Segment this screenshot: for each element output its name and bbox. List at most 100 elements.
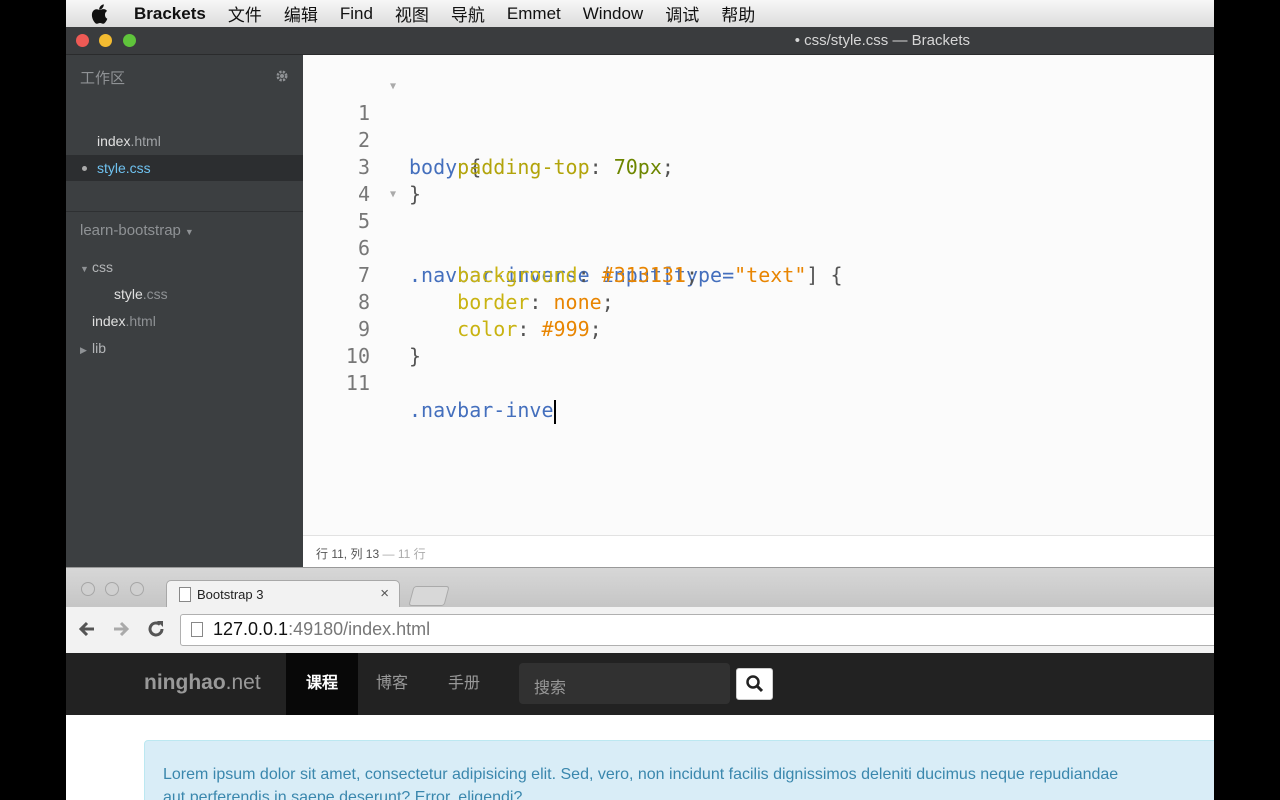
- file-ext: .html: [125, 313, 156, 329]
- forward-icon[interactable]: [110, 618, 132, 640]
- site-navbar: ninghao.net 课程 博客 手册 搜索: [66, 653, 1214, 715]
- tab-title: Bootstrap 3: [197, 587, 264, 602]
- browser-close-button[interactable]: [81, 582, 95, 596]
- unsaved-dot-icon: [82, 166, 87, 171]
- code-line: 10: [303, 316, 423, 368]
- page-icon: [191, 622, 203, 637]
- working-file-label: style.css: [97, 155, 151, 181]
- working-files-header: 工作区: [80, 70, 126, 87]
- minimize-window-button[interactable]: [99, 34, 112, 47]
- code-line: 11 .navbar-inve: [303, 343, 556, 424]
- triangle-right-icon: ▶: [80, 345, 87, 355]
- menu-app-name[interactable]: Brackets: [134, 4, 206, 24]
- working-file-label: index.html: [97, 128, 161, 154]
- browser-zoom-button[interactable]: [130, 582, 144, 596]
- brace: ] {: [806, 263, 843, 287]
- page-content: Lorem ipsum dolor sit amet, consectetur …: [66, 715, 1214, 800]
- colon: :: [517, 317, 542, 341]
- string: "text": [734, 263, 807, 287]
- back-icon[interactable]: [76, 618, 98, 640]
- search-placeholder: 搜索: [534, 680, 567, 697]
- semicolon: ;: [661, 155, 674, 179]
- menu-emmet[interactable]: Emmet: [507, 4, 561, 24]
- project-name: learn-bootstrap: [80, 222, 181, 239]
- site-brand[interactable]: ninghao.net: [144, 671, 261, 695]
- file-base: index: [92, 313, 126, 329]
- code-line: 3 }: [303, 127, 423, 206]
- menu-window[interactable]: Window: [583, 4, 643, 24]
- tree-folder-lib[interactable]: ▶ lib: [80, 340, 106, 356]
- caret-down-icon: ▼: [184, 227, 194, 237]
- title-bar: • css/style.css — Brackets: [66, 27, 1214, 55]
- working-file-index[interactable]: index.html: [66, 128, 303, 154]
- window-title: • css/style.css — Brackets: [794, 32, 970, 49]
- working-file-style[interactable]: style.css: [66, 155, 314, 181]
- colon: :: [577, 263, 602, 287]
- code-area[interactable]: 1 ▼ body { 2 padding-top: 70px; 3 } 4 5: [303, 73, 843, 424]
- property: background: [457, 263, 578, 287]
- sidebar-divider: [66, 211, 303, 212]
- document-icon: [179, 587, 191, 602]
- status-line-count: — 11 行: [379, 547, 426, 561]
- triangle-down-icon: ▼: [80, 264, 89, 274]
- tab-bootstrap[interactable]: Bootstrap 3 ×: [166, 580, 400, 609]
- address-bar[interactable]: 127.0.0.1:49180/index.html: [180, 614, 1214, 646]
- code-line: 2 padding-top: 70px;: [303, 100, 674, 179]
- reload-icon[interactable]: [145, 618, 167, 640]
- url-path: :49180/index.html: [288, 619, 431, 639]
- tree-folder-css[interactable]: ▼ css: [80, 259, 113, 275]
- url-text: 127.0.0.1:49180/index.html: [213, 619, 430, 640]
- code-line: 8 color: #999;: [303, 262, 602, 341]
- status-bar: 行 11, 列 13 — 11 行: [303, 535, 1214, 568]
- menu-bar: Brackets 文件 编辑 Find 视图 导航 Emmet Window 调…: [66, 0, 1214, 28]
- brand-tld: .net: [225, 671, 261, 694]
- file-ext: .html: [130, 133, 161, 149]
- fold-triangle-icon[interactable]: ▼: [390, 181, 396, 208]
- semicolon: ;: [589, 317, 602, 341]
- value: 70px: [613, 155, 662, 179]
- file-base: style: [114, 286, 143, 302]
- search-button[interactable]: [736, 668, 773, 700]
- menu-navigate[interactable]: 导航: [451, 1, 485, 26]
- line-number: 11: [345, 371, 370, 395]
- zoom-window-button[interactable]: [123, 34, 136, 47]
- menu-edit[interactable]: 编辑: [284, 1, 318, 26]
- browser-toolbar: 127.0.0.1:49180/index.html: [66, 607, 1214, 654]
- menu-help[interactable]: 帮助: [721, 1, 755, 26]
- gear-icon[interactable]: [275, 69, 289, 83]
- file-base: style: [97, 160, 126, 176]
- code-line: 7 border: none;: [303, 235, 614, 314]
- new-tab-button[interactable]: [408, 586, 450, 606]
- value: none: [553, 290, 602, 314]
- tree-file-style[interactable]: style.css: [114, 286, 168, 302]
- folder-label: css: [92, 259, 113, 275]
- alert-line: aut perferendis in saepe deserunt? Error…: [163, 789, 523, 800]
- folder-label: lib: [92, 340, 107, 356]
- nav-courses[interactable]: 课程: [286, 653, 358, 715]
- code-line: 5 ▼ .navbar-inverse input[type="text"] {: [303, 181, 843, 287]
- colon: :: [589, 155, 614, 179]
- screen: Brackets 文件 编辑 Find 视图 导航 Emmet Window 调…: [66, 0, 1214, 800]
- project-dropdown[interactable]: learn-bootstrap ▼: [80, 222, 194, 239]
- fold-triangle-icon[interactable]: ▼: [390, 73, 396, 100]
- menu-find[interactable]: Find: [340, 4, 373, 24]
- code-line: 4: [303, 154, 423, 206]
- status-position: 行 11, 列 13: [316, 547, 380, 561]
- menu-view[interactable]: 视图: [395, 1, 429, 26]
- browser-minimize-button[interactable]: [105, 582, 119, 596]
- semicolon: ;: [685, 263, 699, 287]
- code-editor[interactable]: 1 ▼ body { 2 padding-top: 70px; 3 } 4 5: [303, 55, 1214, 535]
- tree-file-index[interactable]: index.html: [92, 313, 156, 329]
- search-input[interactable]: 搜索: [519, 663, 730, 704]
- url-host: 127.0.0.1: [213, 619, 289, 639]
- menu-debug[interactable]: 调试: [665, 1, 699, 26]
- close-window-button[interactable]: [76, 34, 89, 47]
- menu-file[interactable]: 文件: [228, 1, 262, 26]
- text-cursor: [553, 399, 556, 424]
- code-line: 6 background: #313131;: [303, 208, 698, 287]
- colon: :: [529, 290, 554, 314]
- nav-blog[interactable]: 博客: [376, 653, 408, 715]
- apple-icon[interactable]: [88, 3, 110, 25]
- nav-manual[interactable]: 手册: [448, 653, 480, 715]
- close-tab-icon[interactable]: ×: [380, 585, 389, 602]
